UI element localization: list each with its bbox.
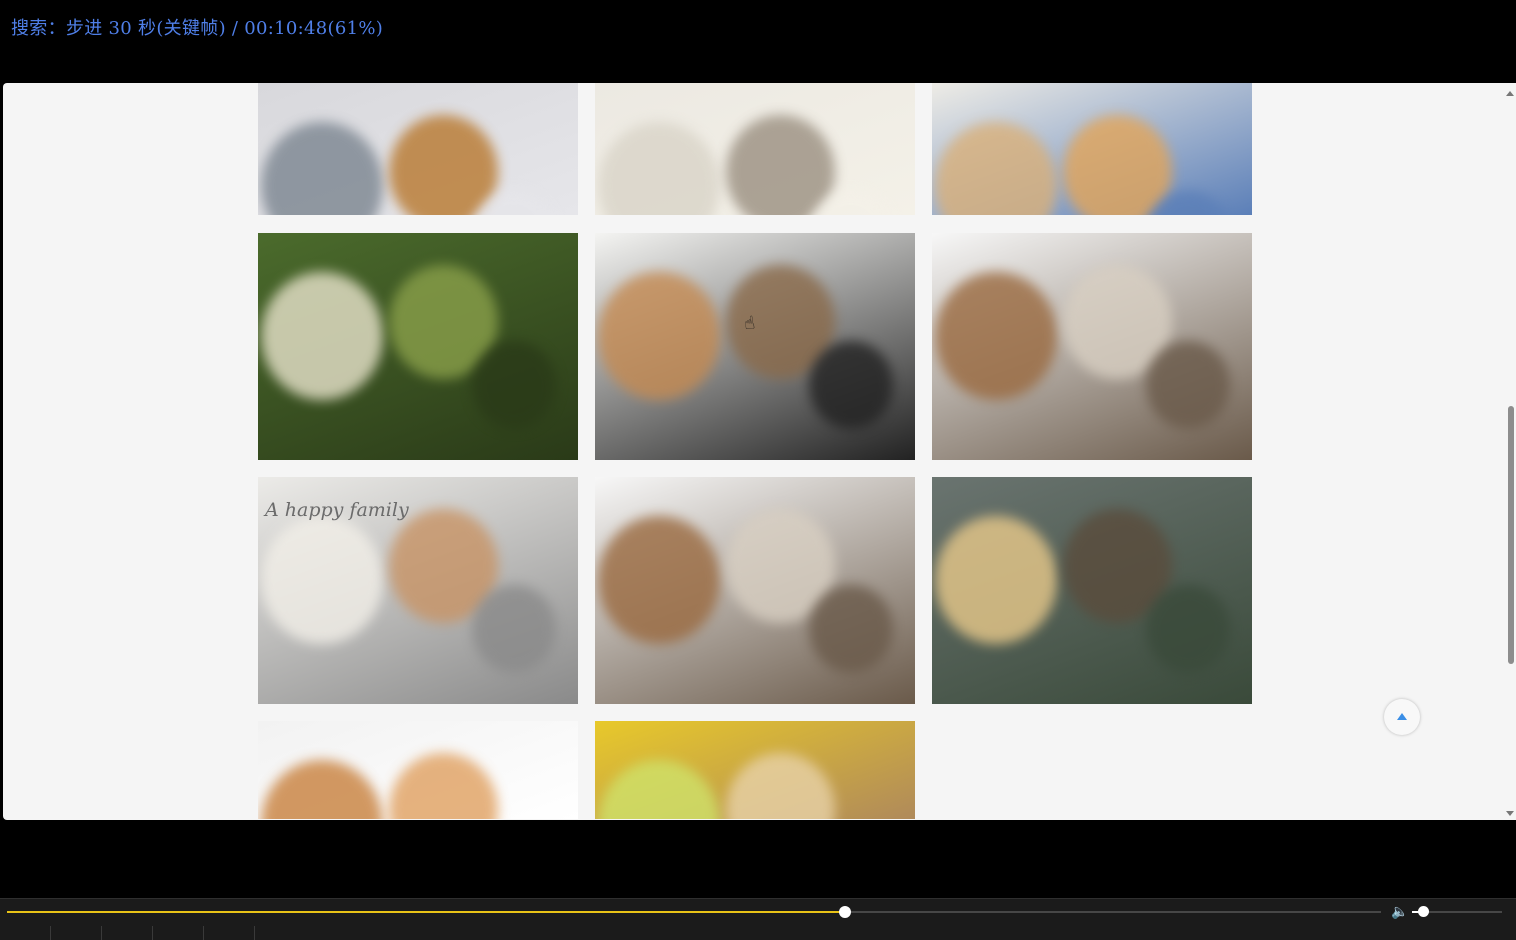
image-card-fluffy-dog-and-cat-living-room[interactable] [932, 477, 1252, 704]
control-button-3[interactable] [102, 926, 153, 940]
photo-subject-shape [1146, 585, 1230, 673]
photo-subject-shape [726, 752, 835, 819]
scroll-thumb[interactable] [1508, 406, 1514, 664]
photo-subject-shape [261, 515, 383, 644]
photo-subject-shape [472, 585, 556, 673]
photo-subject-shape [809, 585, 893, 673]
scroll-down-arrow-icon[interactable] [1506, 811, 1514, 816]
osd-seek-message: 搜索：步进 30 秒(关键帧) / 00:10:48(61%) [11, 18, 384, 39]
image-card-golden-puppies-yellow[interactable] [595, 721, 915, 819]
image-card-dogs-and-cats-row-2[interactable] [595, 477, 915, 704]
photo-dogs-and-cats-row [932, 233, 1252, 460]
photo-subject-shape [935, 271, 1057, 400]
photo-subject-shape [935, 515, 1057, 644]
caret-up-icon [1397, 713, 1407, 720]
photo-subject-shape [389, 114, 498, 215]
photo-subject-shape [1063, 114, 1172, 215]
photo-golden-puppies-yellow [595, 721, 915, 819]
image-card-puppies-and-kittens-collage[interactable] [595, 233, 915, 460]
control-button-row [0, 926, 1516, 940]
image-card-poodle-puppy[interactable] [258, 721, 578, 819]
video-frame: A happy family ☝ [0, 80, 1516, 820]
photo-subject-shape [389, 752, 498, 819]
control-button-4[interactable] [153, 926, 204, 940]
volume-icon[interactable]: 🔈 [1391, 904, 1408, 920]
photo-fluffy-dog-and-cat-living-room [932, 477, 1252, 704]
photo-spaniel-and-kitten-vet [932, 83, 1252, 215]
photo-subject-shape [598, 759, 720, 819]
control-button-2[interactable] [51, 926, 102, 940]
seek-bar[interactable] [7, 906, 1381, 918]
photo-subject-shape [726, 114, 835, 215]
photo-cat-and-golden-dog-eating [258, 83, 578, 215]
photo-golden-retriever-portrait [258, 233, 578, 460]
photo-subject-shape [598, 271, 720, 400]
photo-subject-shape [261, 121, 383, 215]
scroll-up-arrow-icon[interactable] [1506, 91, 1514, 96]
photo-puppies-and-kittens-collage [595, 233, 915, 460]
photo-subject-shape [261, 759, 383, 819]
photo-subject-shape [1146, 341, 1230, 429]
photo-subject-shape [598, 515, 720, 644]
photo-subject-shape [261, 271, 383, 400]
seek-bar-progress [7, 911, 846, 913]
page-scrollbar[interactable] [1504, 86, 1516, 820]
photo-poodle-puppy [258, 721, 578, 819]
photo-caption: A happy family [265, 499, 409, 521]
image-card-dogs-and-cats-row[interactable] [932, 233, 1252, 460]
image-card-spaniel-and-kitten-vet[interactable] [932, 83, 1252, 215]
control-button-5[interactable] [204, 926, 255, 940]
photo-subject-shape [598, 121, 720, 215]
photo-dogs-and-cats-row-2 [595, 477, 915, 704]
volume-handle[interactable] [1417, 906, 1429, 917]
video-player: 搜索：步进 30 秒(关键帧) / 00:10:48(61%) A happy … [0, 0, 1516, 940]
photo-subject-shape [935, 121, 1057, 215]
webpage: A happy family ☝ [3, 83, 1516, 820]
photo-subject-shape [809, 341, 893, 429]
photo-subject-shape [472, 341, 556, 429]
image-card-cat-and-golden-dog-eating[interactable] [258, 83, 578, 215]
image-card-dog-and-cat-under-blanket[interactable] [595, 83, 915, 215]
back-to-top-button[interactable] [1384, 699, 1420, 735]
player-controls: 🔈 [0, 898, 1516, 940]
photo-dog-and-cat-under-blanket [595, 83, 915, 215]
image-card-golden-retriever-portrait[interactable] [258, 233, 578, 460]
seek-bar-handle[interactable] [839, 906, 852, 918]
photo-shih-tzu-happy-family: A happy family [258, 477, 578, 704]
image-card-shih-tzu-happy-family[interactable]: A happy family [258, 477, 578, 704]
volume-slider[interactable] [1412, 906, 1502, 917]
control-button-1[interactable] [0, 926, 51, 940]
